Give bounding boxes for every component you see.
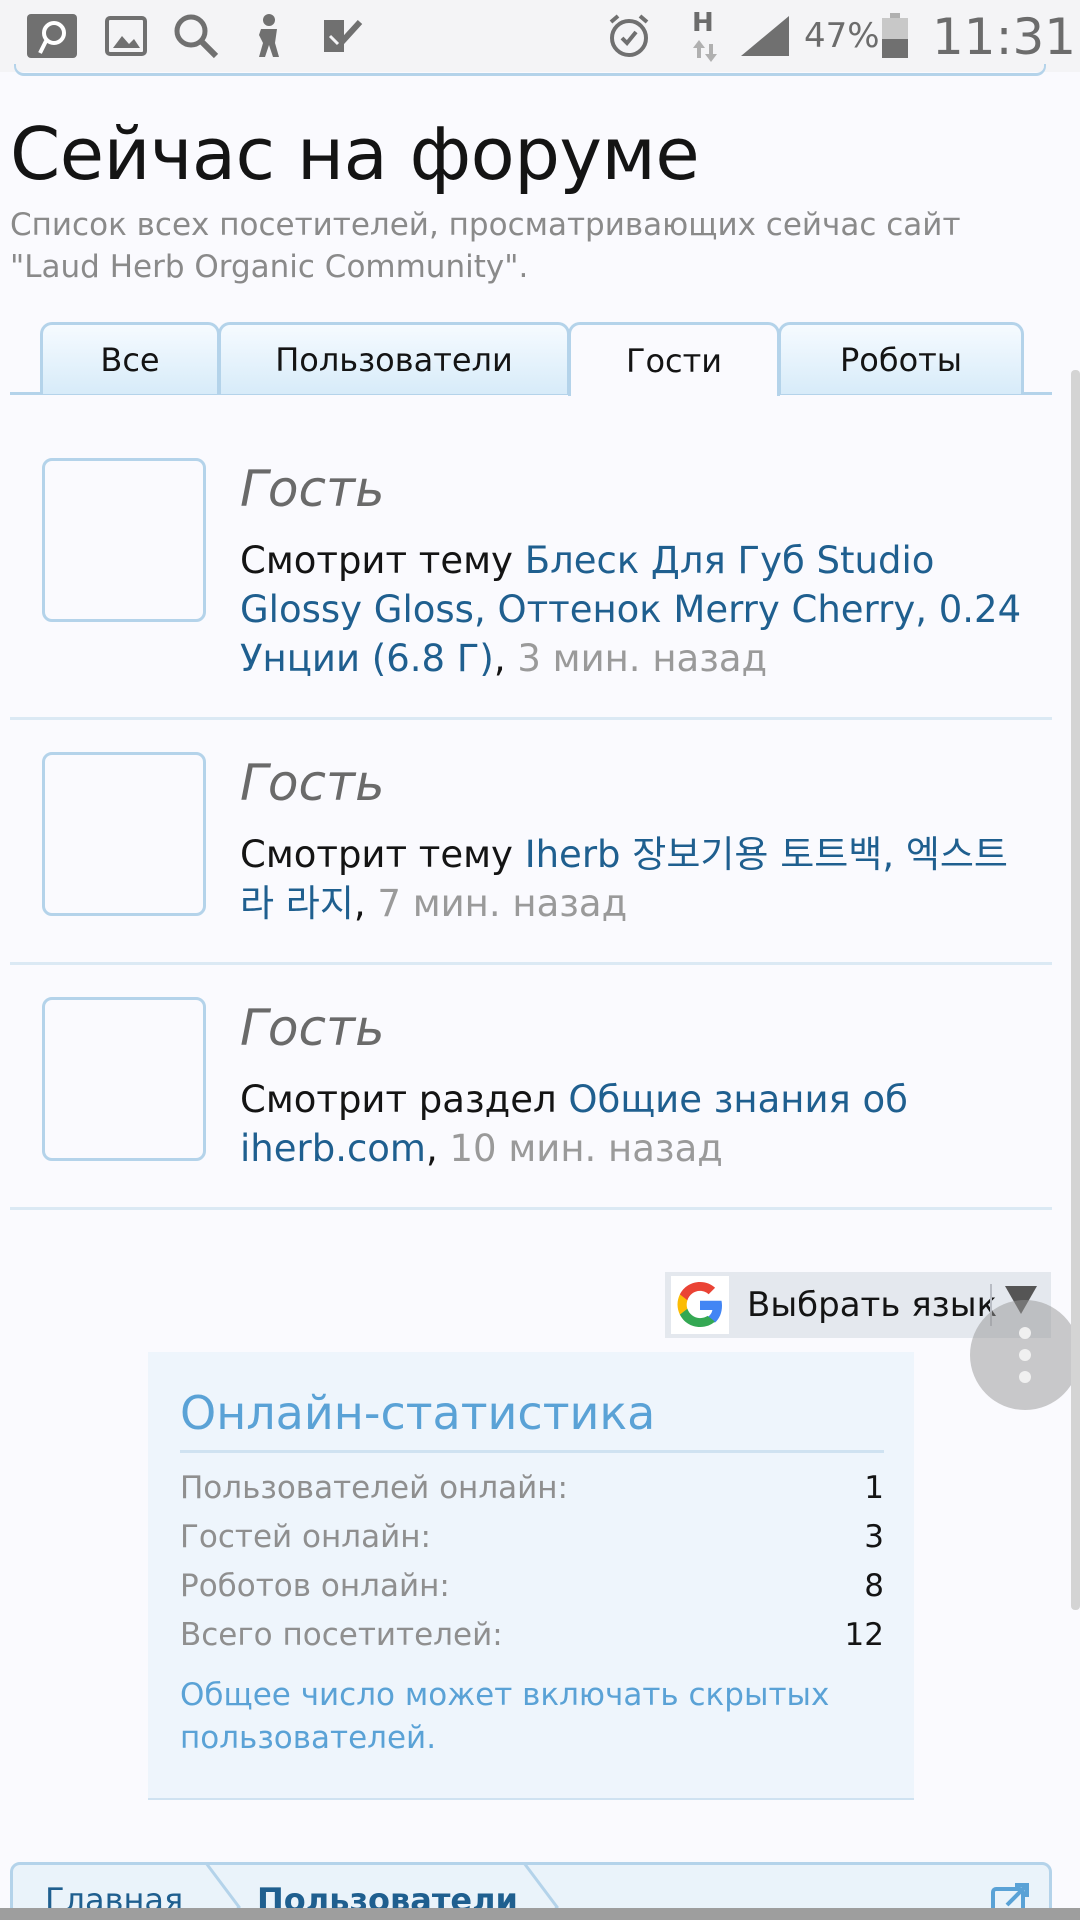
- time-ago: 3 мин. назад: [517, 637, 768, 680]
- guest-activity: Смотрит раздел Общие знания об iherb.com…: [240, 1075, 1030, 1173]
- tab-label: Пользователи: [275, 340, 513, 379]
- bottom-edge: [0, 1908, 1080, 1920]
- separator: ,: [353, 882, 378, 925]
- data-arrows-icon: [690, 40, 720, 62]
- tab-all[interactable]: Все: [40, 322, 220, 394]
- stat-value: 8: [864, 1568, 884, 1604]
- alarm-icon: [604, 14, 654, 58]
- clock: 11:31: [932, 8, 1077, 66]
- stat-label: Гостей онлайн:: [180, 1519, 431, 1555]
- guest-name: Гость: [240, 460, 385, 518]
- network-type-indicator: H: [692, 8, 714, 38]
- activity-text: Смотрит раздел: [240, 1078, 569, 1121]
- language-selector-label: Выбрать язык: [747, 1285, 998, 1325]
- stat-row-users: Пользователей онлайн: 1: [180, 1470, 884, 1518]
- dot-icon: [1019, 1349, 1031, 1361]
- avatar[interactable]: [42, 997, 206, 1161]
- stats-note: Общее число может включать скрытых польз…: [180, 1677, 830, 1756]
- separator: ,: [425, 1127, 450, 1170]
- google-logo-icon: [671, 1276, 729, 1334]
- guest-name: Гость: [240, 754, 385, 812]
- list-item: Гость Смотрит раздел Общие знания об ihe…: [10, 965, 1052, 1210]
- dot-icon: [1019, 1371, 1031, 1383]
- stat-label: Пользователей онлайн:: [180, 1470, 568, 1506]
- stats-title: Онлайн-статистика: [180, 1386, 656, 1440]
- gallery-icon: [102, 14, 150, 58]
- tab-label: Все: [100, 340, 160, 379]
- list-item: Гость Смотрит тему Iherb 장보기용 토트백, 엑스트라 …: [10, 720, 1052, 965]
- avatar[interactable]: [42, 752, 206, 916]
- dot-icon: [1019, 1327, 1031, 1339]
- more-options-button[interactable]: [970, 1300, 1080, 1410]
- tab-users[interactable]: Пользователи: [218, 322, 570, 394]
- scrollbar[interactable]: [1071, 370, 1080, 1610]
- signal-icon: [738, 14, 792, 58]
- tab-robots[interactable]: Роботы: [778, 322, 1024, 394]
- stat-row-guests: Гостей онлайн: 3: [180, 1519, 884, 1567]
- time-ago: 10 мин. назад: [449, 1127, 723, 1170]
- guest-name: Гость: [240, 999, 385, 1057]
- search-icon: [170, 14, 222, 59]
- guest-activity: Смотрит тему Блеск Для Губ Studio Glossy…: [240, 536, 1030, 683]
- stat-label: Роботов онлайн:: [180, 1568, 450, 1604]
- activity-text: Смотрит тему: [240, 539, 525, 582]
- stat-row-total: Всего посетителей: 12: [180, 1617, 884, 1665]
- stat-label: Всего посетителей:: [180, 1617, 503, 1653]
- tab-label: Гости: [625, 341, 723, 380]
- stat-value: 1: [864, 1470, 884, 1506]
- tab-label: Роботы: [839, 340, 963, 379]
- separator: ,: [493, 637, 518, 680]
- stat-value: 12: [844, 1617, 884, 1653]
- header-bottom-border: [14, 64, 1046, 76]
- time-ago: 7 мин. назад: [377, 882, 628, 925]
- battery-icon: [880, 13, 910, 58]
- online-stats-panel: Онлайн-статистика Пользователей онлайн: …: [148, 1352, 914, 1800]
- stat-row-robots: Роботов онлайн: 8: [180, 1568, 884, 1616]
- activity-text: Смотрит тему: [240, 833, 525, 876]
- guest-activity: Смотрит тему Iherb 장보기용 토트백, 엑스트라 라지, 7 …: [240, 830, 1030, 928]
- stat-value: 3: [864, 1519, 884, 1555]
- task-check-icon: [318, 14, 366, 58]
- list-item: Гость Смотрит тему Блеск Для Губ Studio …: [10, 394, 1052, 720]
- app-notification-icon: [24, 14, 80, 58]
- divider: [180, 1450, 884, 1453]
- page-title: Сейчас на форуме: [10, 112, 700, 196]
- avatar[interactable]: [42, 458, 206, 622]
- tab-guests[interactable]: Гости: [568, 322, 780, 396]
- battery-percent: 47%: [804, 16, 880, 56]
- status-bar: H 47% 11:31: [0, 0, 1080, 72]
- person-icon: [246, 14, 290, 58]
- page-description: Список всех посетителей, просматривающих…: [10, 207, 961, 285]
